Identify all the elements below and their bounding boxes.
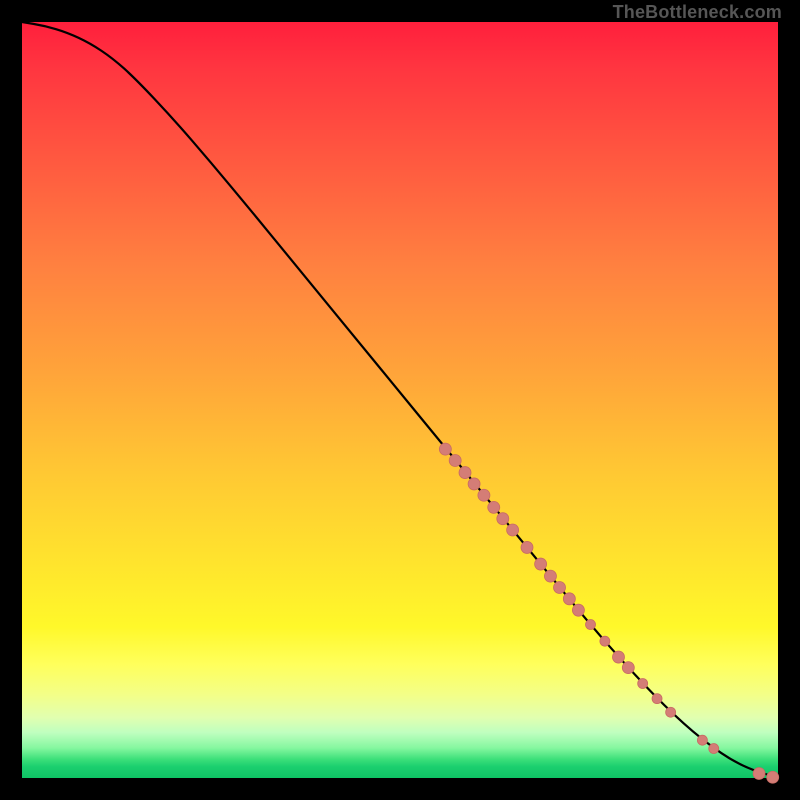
data-marker bbox=[563, 593, 575, 605]
data-marker bbox=[753, 767, 765, 779]
data-marker bbox=[459, 467, 471, 479]
data-marker bbox=[638, 679, 648, 689]
data-marker bbox=[600, 636, 610, 646]
data-marker bbox=[449, 454, 461, 466]
data-marker bbox=[478, 489, 490, 501]
data-marker bbox=[497, 513, 509, 525]
data-marker bbox=[697, 735, 707, 745]
data-marker bbox=[535, 558, 547, 570]
data-markers bbox=[439, 443, 778, 783]
data-marker bbox=[572, 604, 584, 616]
data-marker bbox=[507, 524, 519, 536]
data-marker bbox=[554, 581, 566, 593]
chart-stage: TheBottleneck.com bbox=[0, 0, 800, 800]
data-marker bbox=[544, 570, 556, 582]
bottleneck-curve bbox=[22, 22, 778, 778]
data-marker bbox=[521, 541, 533, 553]
data-marker bbox=[468, 478, 480, 490]
attribution-text: TheBottleneck.com bbox=[613, 2, 782, 23]
data-marker bbox=[612, 651, 624, 663]
data-marker bbox=[622, 662, 634, 674]
data-marker bbox=[709, 744, 719, 754]
chart-overlay bbox=[22, 22, 778, 778]
data-marker bbox=[439, 443, 451, 455]
data-marker bbox=[488, 501, 500, 513]
data-marker bbox=[767, 771, 779, 783]
data-marker bbox=[666, 707, 676, 717]
data-marker bbox=[652, 694, 662, 704]
data-marker bbox=[586, 620, 596, 630]
